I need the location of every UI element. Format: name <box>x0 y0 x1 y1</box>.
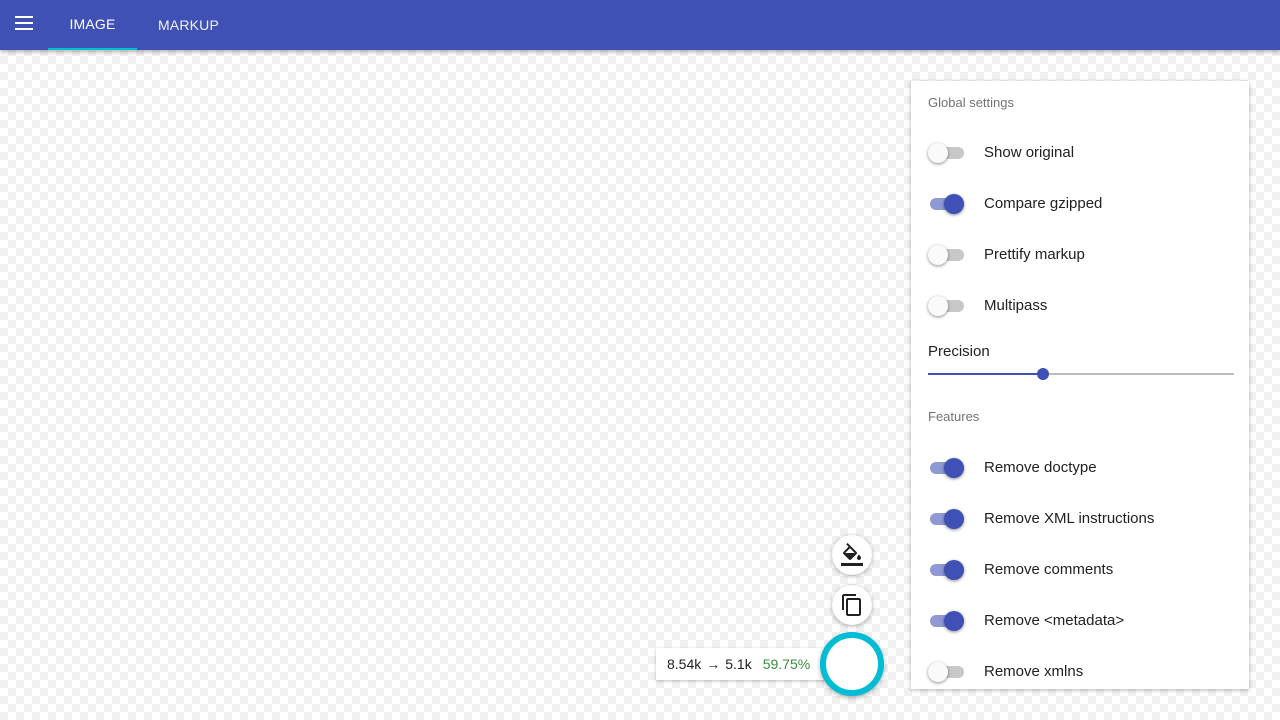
remove-xmlns-toggle[interactable] <box>928 660 964 684</box>
slider-fill <box>928 373 1043 375</box>
remove-comments-toggle[interactable] <box>928 558 964 582</box>
feature-label: Remove doctype <box>984 459 1097 476</box>
global-settings-heading: Global settings <box>928 95 1014 110</box>
remove-doctype-toggle[interactable] <box>928 456 964 480</box>
content-copy-icon <box>842 594 861 616</box>
prettify-markup-toggle[interactable] <box>928 243 964 267</box>
show-original-toggle[interactable] <box>928 141 964 165</box>
setting-label: Compare gzipped <box>984 195 1103 212</box>
optimized-size: 5.1k <box>725 656 752 672</box>
slider-thumb[interactable] <box>1036 368 1049 380</box>
setting-label: Show original <box>984 144 1075 161</box>
saving-percent: 59.75% <box>762 656 811 672</box>
feature-remove-xml-instructions[interactable]: Remove XML instructions <box>928 507 1228 531</box>
settings-panel: Global settings Show original Compare gz… <box>911 81 1249 689</box>
feature-label: Remove XML instructions <box>984 510 1155 527</box>
download-button[interactable] <box>820 632 884 696</box>
size-results: 8.54k → 5.1k 59.75% <box>656 648 826 680</box>
features-heading: Features <box>928 409 980 424</box>
background-toggle-button[interactable] <box>832 535 872 575</box>
format-color-fill-icon <box>841 543 863 566</box>
setting-show-original[interactable]: Show original <box>928 141 1228 165</box>
setting-prettify-markup[interactable]: Prettify markup <box>928 243 1228 267</box>
copy-button[interactable] <box>832 585 872 625</box>
menu-icon <box>15 16 33 30</box>
original-size: 8.54k <box>667 656 702 672</box>
feature-label: Remove comments <box>984 561 1114 578</box>
feature-label: Remove xmlns <box>984 663 1084 680</box>
setting-multipass[interactable]: Multipass <box>928 294 1228 318</box>
tab-markup[interactable]: MARKUP <box>137 0 240 50</box>
feature-label: Remove <metadata> <box>984 612 1125 629</box>
remove-xml-instructions-toggle[interactable] <box>928 507 964 531</box>
feature-remove-doctype[interactable]: Remove doctype <box>928 456 1228 480</box>
arrow-icon: → <box>706 656 721 672</box>
feature-remove-metadata[interactable]: Remove <metadata> <box>928 609 1228 633</box>
precision-slider[interactable] <box>928 364 1234 384</box>
precision-label: Precision <box>928 343 990 360</box>
multipass-toggle[interactable] <box>928 294 964 318</box>
tab-image[interactable]: IMAGE <box>48 0 137 50</box>
top-app-bar: IMAGE MARKUP <box>0 0 1280 50</box>
setting-label: Prettify markup <box>984 246 1085 263</box>
compare-gzipped-toggle[interactable] <box>928 192 964 216</box>
setting-compare-gzipped[interactable]: Compare gzipped <box>928 192 1228 216</box>
feature-remove-xmlns[interactable]: Remove xmlns <box>928 660 1228 684</box>
remove-metadata-toggle[interactable] <box>928 609 964 633</box>
menu-button[interactable] <box>10 9 38 37</box>
feature-remove-comments[interactable]: Remove comments <box>928 558 1228 582</box>
setting-label: Multipass <box>984 297 1048 314</box>
